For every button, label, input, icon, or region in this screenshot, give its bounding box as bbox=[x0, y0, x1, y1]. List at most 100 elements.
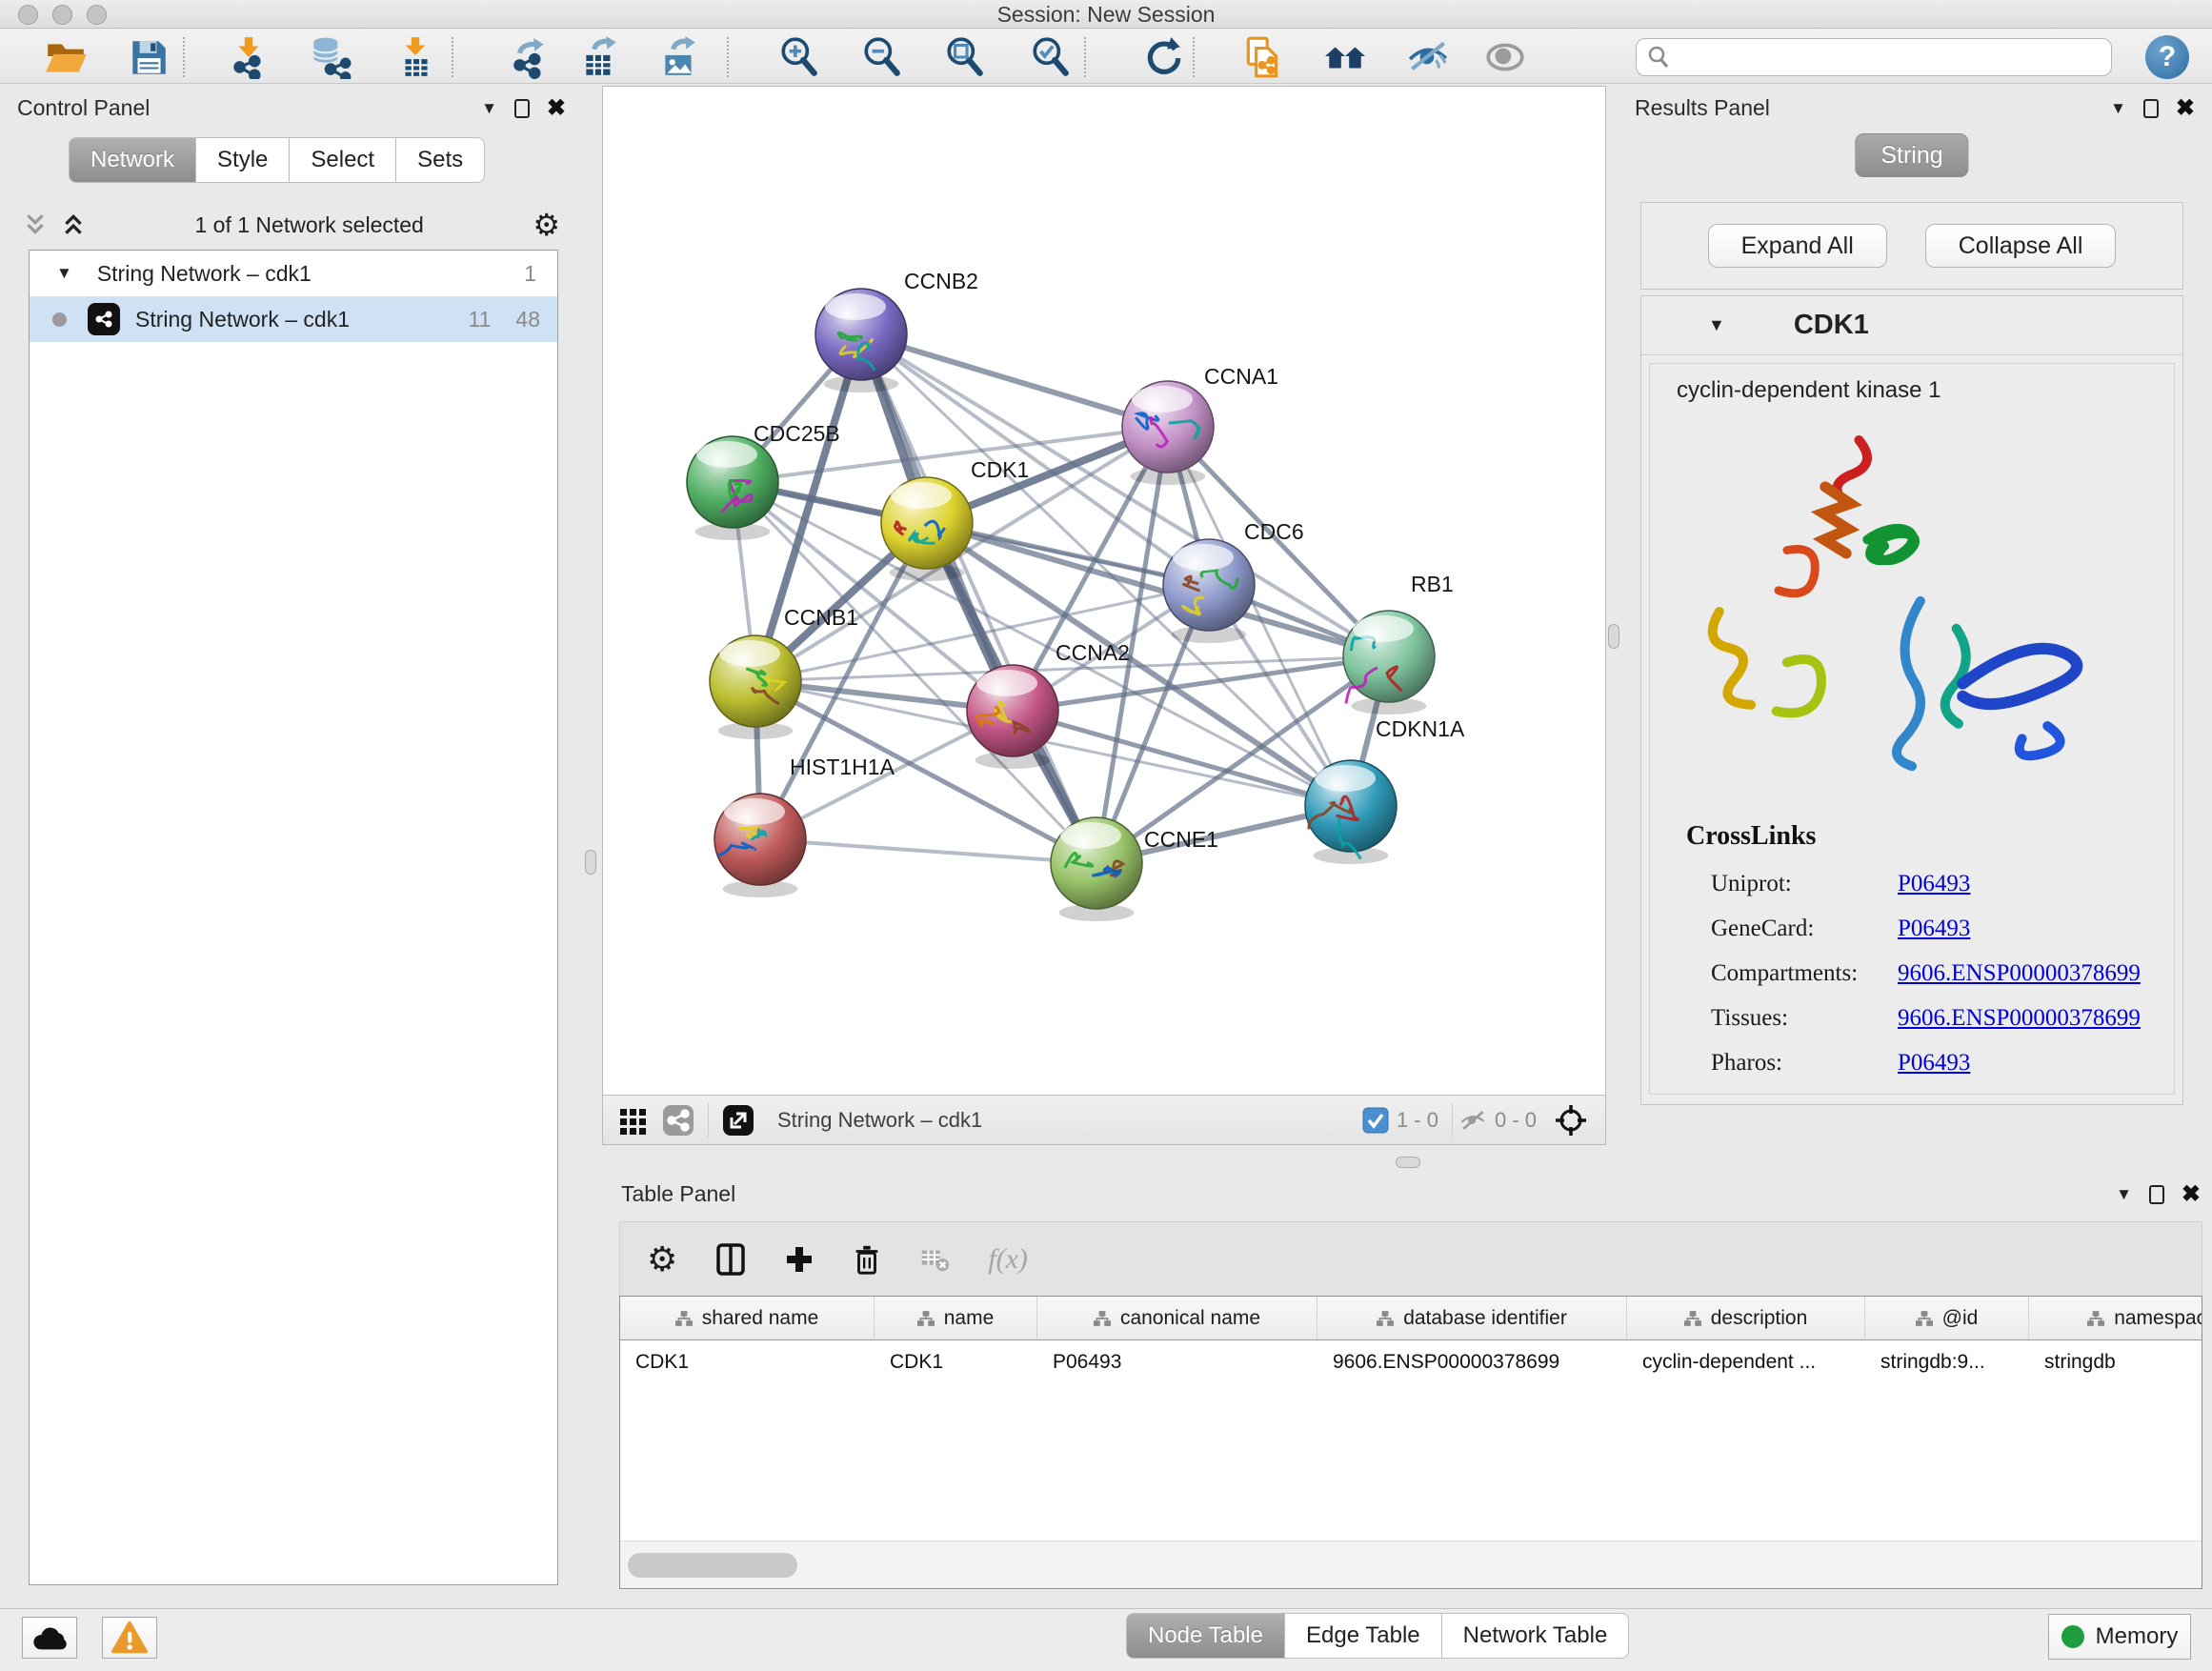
column-header-name[interactable]: name bbox=[875, 1297, 1037, 1339]
network-row-selected[interactable]: String Network – cdk1 11 48 bbox=[30, 296, 557, 342]
close-panel-icon[interactable]: ✖ bbox=[547, 99, 566, 118]
export-view-icon[interactable] bbox=[722, 1104, 754, 1137]
navigate-crosshair-icon[interactable] bbox=[1554, 1103, 1588, 1137]
open-session-icon[interactable] bbox=[44, 35, 88, 79]
show-all-icon[interactable] bbox=[1483, 35, 1527, 79]
network-canvas[interactable]: CCNB2CCNA1CDC25BCDK1CDC6RB1CCNB1CCNA2CDK… bbox=[603, 87, 1605, 1095]
tab-select[interactable]: Select bbox=[290, 137, 396, 183]
close-panel-icon[interactable]: ✖ bbox=[2182, 1185, 2201, 1204]
table-cell[interactable]: cyclin-dependent ... bbox=[1627, 1351, 1865, 1374]
graph-node-CCNE1[interactable]: CCNE1 bbox=[1051, 817, 1218, 921]
graph-node-HIST1H1A[interactable]: HIST1H1A bbox=[714, 755, 895, 897]
network-collection-row[interactable]: ▼ String Network – cdk1 1 bbox=[30, 251, 557, 296]
import-network-from-database-icon[interactable] bbox=[309, 35, 352, 79]
network-options-gear-icon[interactable]: ⚙ bbox=[533, 210, 560, 240]
float-panel-icon[interactable]: ▼ bbox=[2110, 99, 2126, 118]
close-panel-icon[interactable]: ✖ bbox=[2176, 99, 2195, 118]
crosslink-label: Pharos: bbox=[1711, 1050, 1898, 1077]
graph-node-CCNB2[interactable]: CCNB2 bbox=[815, 269, 978, 393]
table-row[interactable]: CDK1CDK1P064939606.ENSP00000378699cyclin… bbox=[620, 1340, 2202, 1384]
table-cell[interactable]: P06493 bbox=[1037, 1351, 1317, 1374]
hide-selected-icon[interactable] bbox=[1406, 35, 1450, 79]
graph-node-CDKN1A[interactable]: CDKN1A bbox=[1305, 716, 1465, 864]
table-options-gear-icon[interactable]: ⚙ bbox=[647, 1239, 677, 1279]
graph-node-RB1[interactable]: RB1 bbox=[1343, 572, 1454, 715]
crosslink-link[interactable]: P06493 bbox=[1898, 871, 1970, 897]
zoom-fit-icon[interactable] bbox=[943, 35, 987, 79]
float-panel-icon[interactable]: ▼ bbox=[2116, 1185, 2132, 1204]
help-button[interactable]: ? bbox=[2145, 35, 2189, 79]
column-header-canonical-name[interactable]: canonical name bbox=[1037, 1297, 1317, 1339]
bottom-splitter-handle[interactable] bbox=[1396, 1157, 1420, 1168]
memory-button[interactable]: Memory bbox=[2048, 1614, 2191, 1660]
show-columns-icon[interactable] bbox=[714, 1242, 748, 1277]
crosslink-link[interactable]: P06493 bbox=[1898, 1050, 1970, 1077]
table-cell[interactable]: stringdb bbox=[2029, 1351, 2202, 1374]
maximize-panel-icon[interactable] bbox=[514, 99, 530, 118]
collapse-all-icon[interactable] bbox=[23, 212, 48, 237]
export-image-icon[interactable] bbox=[657, 35, 701, 79]
graph-node-label-CCNA1: CCNA1 bbox=[1204, 364, 1278, 389]
tab-network[interactable]: Network bbox=[69, 137, 196, 183]
delete-column-icon[interactable] bbox=[851, 1243, 883, 1276]
collection-expander-icon[interactable]: ▼ bbox=[56, 264, 72, 283]
zoom-selected-icon[interactable] bbox=[1029, 35, 1073, 79]
clone-network-icon[interactable] bbox=[1241, 35, 1285, 79]
expand-all-button[interactable]: Expand All bbox=[1708, 224, 1887, 268]
cloud-button[interactable] bbox=[22, 1617, 77, 1659]
float-panel-icon[interactable]: ▼ bbox=[481, 99, 497, 118]
tab-sets[interactable]: Sets bbox=[396, 137, 485, 183]
collection-count: 1 bbox=[524, 261, 536, 287]
warnings-button[interactable] bbox=[102, 1617, 157, 1659]
save-session-icon[interactable] bbox=[127, 35, 171, 79]
column-header-@id[interactable]: @id bbox=[1865, 1297, 2029, 1339]
tab-network-table[interactable]: Network Table bbox=[1442, 1613, 1630, 1659]
import-table-icon[interactable] bbox=[393, 35, 437, 79]
expand-all-icon[interactable] bbox=[61, 212, 86, 237]
graph-node-label-CDKN1A: CDKN1A bbox=[1376, 716, 1465, 741]
horizontal-scrollbar[interactable] bbox=[620, 1540, 2202, 1588]
table-toolbar: ⚙ f(x) bbox=[619, 1221, 2202, 1296]
tab-string[interactable]: String bbox=[1855, 133, 1968, 177]
graph-edge-HIST1H1A-CCNE1[interactable] bbox=[760, 839, 1096, 863]
table-cell[interactable]: CDK1 bbox=[620, 1351, 875, 1374]
column-header-database-identifier[interactable]: database identifier bbox=[1317, 1297, 1627, 1339]
crosslink-link[interactable]: P06493 bbox=[1898, 916, 1970, 942]
create-column-icon[interactable] bbox=[784, 1244, 814, 1275]
export-network-icon[interactable] bbox=[508, 35, 552, 79]
left-splitter-handle[interactable] bbox=[585, 850, 596, 875]
import-network-icon[interactable] bbox=[227, 35, 271, 79]
zoom-in-icon[interactable] bbox=[777, 35, 821, 79]
table-cell[interactable]: CDK1 bbox=[875, 1351, 1037, 1374]
birdseye-view-icon[interactable] bbox=[618, 1105, 649, 1136]
graph-node-CCNB1[interactable]: CCNB1 bbox=[710, 605, 858, 739]
network-edge-count: 48 bbox=[515, 307, 540, 332]
graph-node-CCNA1[interactable]: CCNA1 bbox=[1122, 364, 1278, 485]
collapse-all-button[interactable]: Collapse All bbox=[1925, 224, 2117, 268]
search-input[interactable] bbox=[1671, 44, 2090, 70]
column-header-namespace[interactable]: namespace bbox=[2029, 1297, 2202, 1339]
gene-expander-icon[interactable]: ▼ bbox=[1708, 315, 1725, 335]
tab-edge-table[interactable]: Edge Table bbox=[1285, 1613, 1442, 1659]
column-header-description[interactable]: description bbox=[1627, 1297, 1865, 1339]
tab-node-table[interactable]: Node Table bbox=[1126, 1613, 1285, 1659]
network-badge-icon[interactable] bbox=[662, 1104, 694, 1137]
table-cell[interactable]: 9606.ENSP00000378699 bbox=[1317, 1351, 1627, 1374]
selected-checkbox-icon[interactable] bbox=[1362, 1107, 1389, 1134]
right-splitter-handle[interactable] bbox=[1608, 624, 1619, 649]
crosslink-link[interactable]: 9606.ENSP00000378699 bbox=[1898, 960, 2141, 987]
export-table-icon[interactable] bbox=[578, 35, 622, 79]
zoom-out-icon[interactable] bbox=[860, 35, 904, 79]
scrollbar-thumb[interactable] bbox=[628, 1553, 797, 1578]
maximize-panel-icon[interactable] bbox=[2149, 1185, 2164, 1204]
column-header-shared-name[interactable]: shared name bbox=[620, 1297, 875, 1339]
table-cell[interactable]: stringdb:9... bbox=[1865, 1351, 2029, 1374]
results-actions: Expand All Collapse All bbox=[1640, 202, 2183, 290]
first-neighbors-icon[interactable] bbox=[1323, 35, 1367, 79]
delete-table-icon-disabled bbox=[919, 1243, 952, 1276]
tab-style[interactable]: Style bbox=[196, 137, 290, 183]
maximize-panel-icon[interactable] bbox=[2143, 99, 2159, 118]
network-node-count: 11 bbox=[469, 307, 492, 332]
refresh-icon[interactable] bbox=[1141, 35, 1185, 79]
crosslink-link[interactable]: 9606.ENSP00000378699 bbox=[1898, 1005, 2141, 1032]
